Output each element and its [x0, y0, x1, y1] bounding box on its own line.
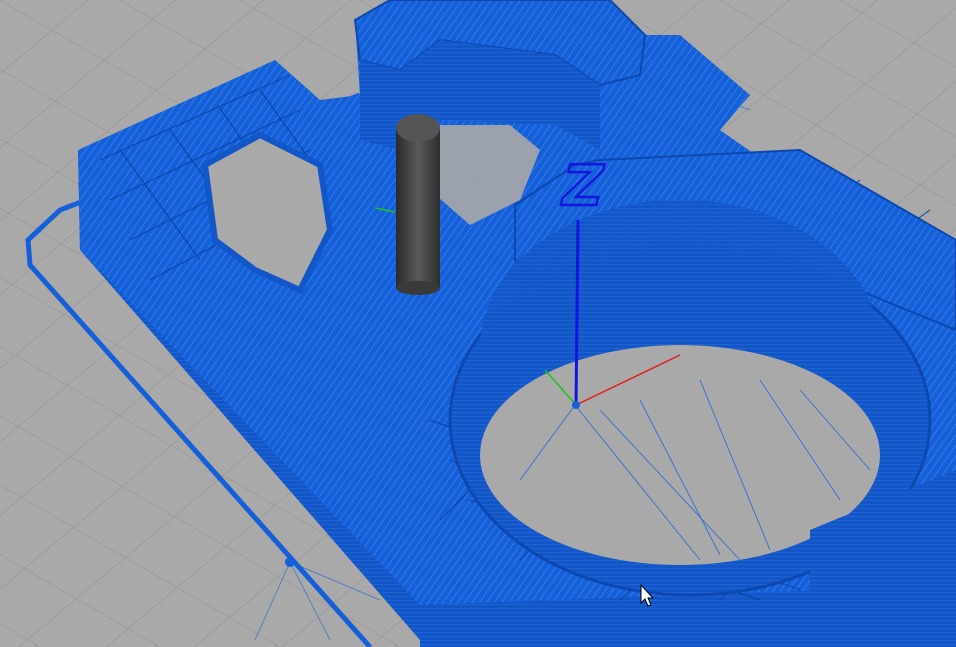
- axes-origin: [572, 401, 580, 409]
- 3d-print-preview-viewport[interactable]: Z: [0, 0, 956, 647]
- print-head-cylinder: [396, 114, 440, 295]
- z-axis-line: [574, 219, 580, 406]
